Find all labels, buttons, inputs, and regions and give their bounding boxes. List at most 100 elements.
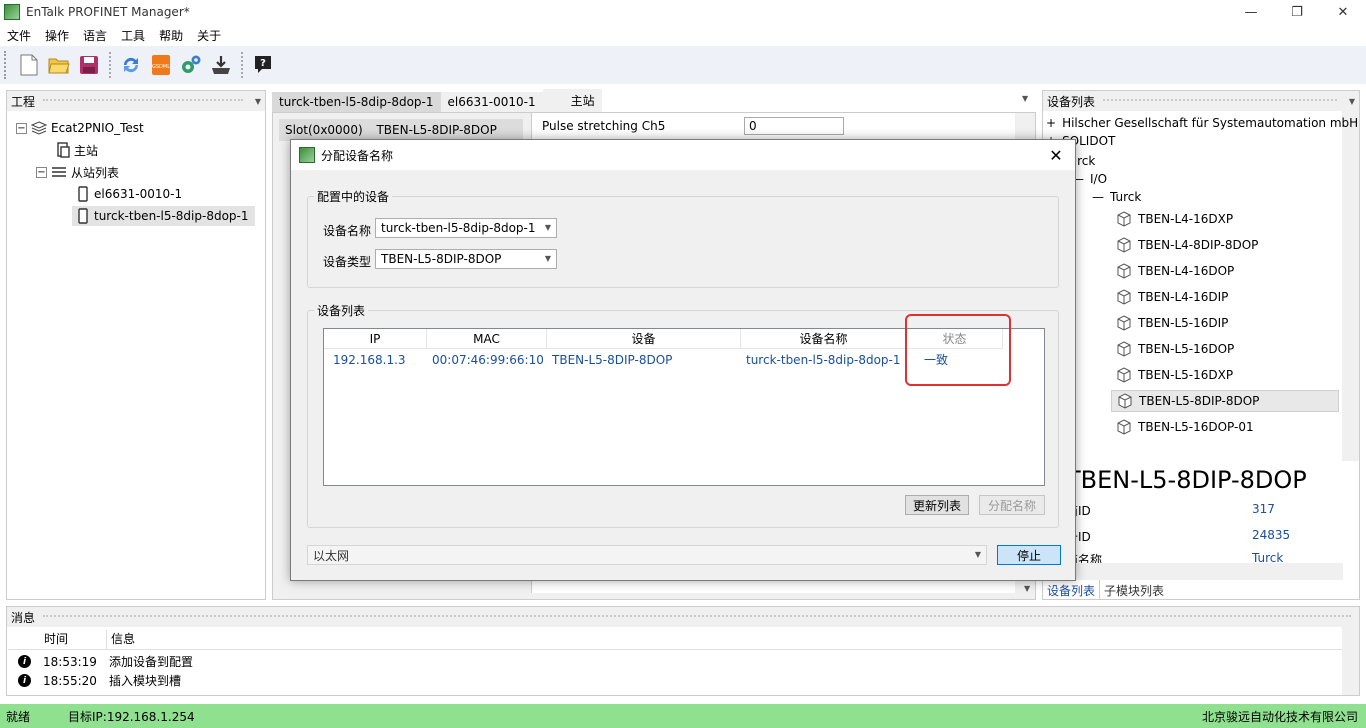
- col-ip[interactable]: IP: [324, 329, 427, 349]
- close-icon[interactable]: ✕: [1045, 144, 1067, 166]
- scroll-down-icon[interactable]: ▼: [1024, 584, 1030, 593]
- menu-file[interactable]: 文件: [0, 27, 38, 44]
- device-list-item[interactable]: TBEN-L4-8DIP-8DOP: [1116, 234, 1258, 256]
- device-list-scrollbar[interactable]: [1342, 111, 1359, 461]
- device-detail-title: TBEN-L5-8DIP-8DOP: [1066, 466, 1307, 494]
- col-info: 信息: [106, 630, 135, 649]
- menu-operate[interactable]: 操作: [38, 27, 76, 44]
- chevron-down-icon: ▼: [544, 254, 551, 263]
- toolbar-grip: [4, 51, 8, 79]
- device-list-item[interactable]: TBEN-L5-16DOP: [1116, 338, 1234, 360]
- detail-value: 317: [1252, 502, 1275, 516]
- tree-master[interactable]: 主站: [56, 139, 98, 161]
- toolbar: GSDML ?: [0, 46, 1366, 84]
- menu-language[interactable]: 语言: [76, 27, 114, 44]
- menu-tools[interactable]: 工具: [114, 27, 152, 44]
- minimize-button[interactable]: —: [1228, 0, 1274, 24]
- dialog-app-icon: [299, 147, 315, 163]
- device-list-item[interactable]: TBEN-L5-8DIP-8DOP: [1111, 390, 1339, 412]
- collapse-icon[interactable]: −: [36, 166, 47, 178]
- close-button[interactable]: ✕: [1320, 0, 1366, 24]
- device-list-item[interactable]: TBEN-L4-16DXP: [1116, 208, 1233, 230]
- slot-header[interactable]: Slot(0x0000) TBEN-L5-8DIP-8DOP: [279, 119, 523, 141]
- project-panel-header: 工程 ▼: [7, 91, 265, 111]
- restore-button[interactable]: ❐: [1274, 0, 1320, 24]
- settings-gears-icon[interactable]: [179, 53, 203, 77]
- col-mac[interactable]: MAC: [427, 329, 547, 349]
- table-header: IP MAC 设备 设备名称 状态: [324, 329, 1003, 349]
- message-scrollbar[interactable]: [1342, 627, 1359, 695]
- device-detail-hscrollbar[interactable]: [1043, 563, 1343, 580]
- col-device[interactable]: 设备: [547, 329, 741, 349]
- tab-master[interactable]: 主站: [542, 89, 602, 112]
- info-icon: i: [18, 655, 31, 668]
- param-name: Pulse stretching Ch5: [542, 119, 666, 133]
- svg-text:GSDML: GSDML: [152, 64, 170, 70]
- device-list-item[interactable]: TBEN-L4-16DOP: [1116, 260, 1234, 282]
- refresh-icon[interactable]: [119, 53, 143, 77]
- col-time: 时间: [44, 632, 69, 646]
- refresh-list-button[interactable]: 更新列表: [905, 495, 969, 515]
- device-type-select[interactable]: TBEN-L5-8DIP-8DOP ▼: [375, 249, 557, 269]
- status-consistent: 一致: [924, 353, 949, 367]
- device-list-item[interactable]: TBEN-L5-16DOP-01: [1116, 416, 1254, 438]
- device-list-item[interactable]: TBEN-L5-16DIP: [1116, 312, 1228, 334]
- save-icon[interactable]: [77, 53, 101, 77]
- table-row[interactable]: 192.168.1.3 00:07:46:99:66:10 TBEN-L5-8D…: [324, 351, 995, 369]
- status-bar: 就绪 目标IP:192.168.1.254 北京骏远自动化技术有限公司: [0, 704, 1366, 728]
- tabs-dropdown-icon[interactable]: ▼: [1022, 94, 1028, 103]
- cube-icon: [1117, 367, 1131, 383]
- chevron-down-icon: ▼: [544, 223, 551, 232]
- message-row[interactable]: i 18:55:20 插入模块到槽: [8, 671, 181, 690]
- tree-slave-el6631[interactable]: el6631-0010-1: [78, 183, 182, 205]
- tab-submodule-list[interactable]: 子模块列表: [1100, 580, 1168, 600]
- col-device-name[interactable]: 设备名称: [741, 329, 907, 349]
- stop-button[interactable]: 停止: [997, 545, 1061, 565]
- device-scan-table: IP MAC 设备 设备名称 状态 192.168.1.3 00:07:46:9…: [323, 328, 1045, 486]
- collapse-icon[interactable]: −: [16, 122, 27, 134]
- chevron-down-icon[interactable]: ▼: [1345, 97, 1359, 106]
- cube-icon: [1117, 341, 1131, 357]
- device-name-select[interactable]: turck-tben-l5-8dip-8dop-1 ▼: [375, 218, 557, 238]
- message-panel: 消息: [6, 606, 1360, 696]
- cube-icon: [1117, 211, 1131, 227]
- menu-bar: 文件 操作 语言 工具 帮助 关于: [0, 24, 1366, 46]
- gsdml-icon[interactable]: GSDML: [149, 53, 173, 77]
- param-row: Pulse stretching Ch5: [542, 119, 665, 133]
- message-row[interactable]: i 18:53:19 添加设备到配置: [8, 652, 193, 671]
- assign-device-name-dialog: 分配设备名称 ✕ 配置中的设备 设备名称 turck-tben-l5-8dip-…: [290, 139, 1076, 581]
- tree-slave-turck[interactable]: turck-tben-l5-8dip-8dop-1: [72, 205, 255, 227]
- chevron-down-icon[interactable]: ▼: [251, 97, 265, 106]
- menu-about[interactable]: 关于: [190, 27, 228, 44]
- tab-el6631[interactable]: el6631-0010-1: [440, 92, 543, 112]
- dialog-title: 分配设备名称: [321, 148, 394, 163]
- download-icon[interactable]: [209, 53, 233, 77]
- window-title: EnTalk PROFINET Manager*: [26, 5, 190, 19]
- device-list-item[interactable]: TBEN-L5-16DXP: [1116, 364, 1233, 386]
- cube-icon: [1117, 237, 1131, 253]
- detail-value: Turck: [1252, 551, 1284, 563]
- config-device-group: 配置中的设备: [307, 188, 1059, 288]
- network-adapter-select[interactable]: 以太网 ▼: [307, 545, 987, 565]
- help-icon[interactable]: ?: [251, 53, 275, 77]
- tree-root[interactable]: − Ecat2PNIO_Test: [16, 117, 144, 139]
- new-file-icon[interactable]: [17, 53, 41, 77]
- menu-help[interactable]: 帮助: [152, 27, 190, 44]
- tab-turck[interactable]: turck-tben-l5-8dip-8dop-1: [272, 92, 441, 112]
- device-list-bottom-tabs: 设备列表 子模块列表: [1042, 580, 1168, 600]
- stack-icon: [31, 121, 47, 135]
- param-value-input[interactable]: 0: [744, 117, 844, 135]
- device-icon: [78, 208, 88, 224]
- status-text: 就绪: [6, 709, 31, 724]
- target-ip: 目标IP:192.168.1.254: [68, 709, 195, 724]
- col-status[interactable]: 状态: [907, 329, 1003, 349]
- tab-device-list[interactable]: 设备列表: [1042, 580, 1101, 600]
- device-list-item[interactable]: TBEN-L4-16DIP: [1116, 286, 1228, 308]
- device-icon: [78, 186, 88, 202]
- open-folder-icon[interactable]: [47, 53, 71, 77]
- title-bar: EnTalk PROFINET Manager* — ❐ ✕: [0, 0, 1366, 24]
- tree-slave-list[interactable]: − 从站列表: [36, 161, 119, 183]
- message-table-header: 时间 信息: [8, 630, 1342, 650]
- category-turck[interactable]: — Turck: [1092, 186, 1141, 208]
- assign-name-button[interactable]: 分配名称: [979, 495, 1045, 515]
